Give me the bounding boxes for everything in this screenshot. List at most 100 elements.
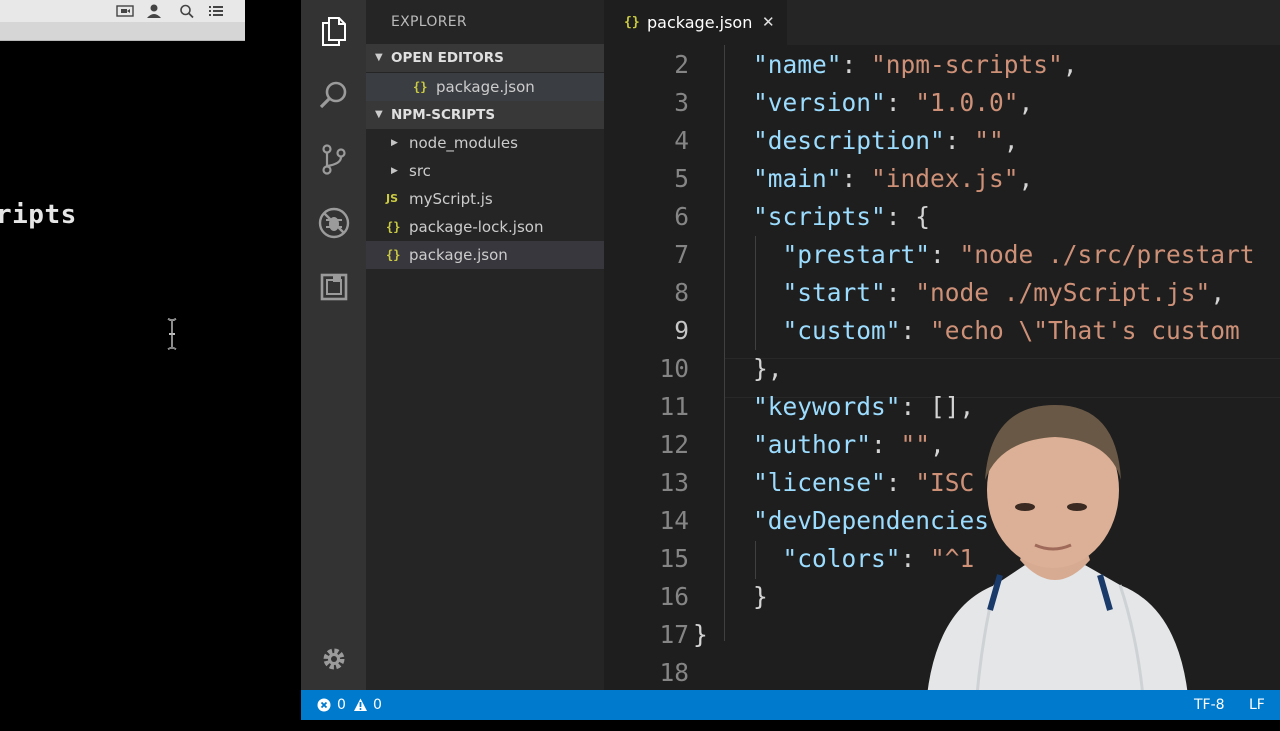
tab-package-json[interactable]: {} package.json ✕ bbox=[604, 0, 787, 45]
line-number: 11 bbox=[659, 392, 689, 421]
open-editor-label: package.json bbox=[436, 78, 535, 96]
json-string: "" bbox=[974, 126, 1004, 155]
line-code: "custom": "echo \"That's custom bbox=[753, 312, 1255, 350]
tree-item-src[interactable]: ▶ src bbox=[366, 157, 604, 185]
encoding-indicator[interactable]: TF-8 bbox=[1194, 690, 1225, 720]
chevron-down-icon: ▼ bbox=[375, 52, 383, 63]
user-icon[interactable] bbox=[145, 3, 163, 19]
line-number: 8 bbox=[674, 278, 689, 307]
code-line[interactable]: 7 "prestart": "node ./src/prestart bbox=[604, 236, 1280, 274]
line-number: 3 bbox=[674, 88, 689, 117]
json-file-icon: {} bbox=[624, 15, 640, 30]
json-punctuation: , bbox=[1062, 50, 1078, 79]
eol-indicator[interactable]: LF bbox=[1249, 690, 1265, 720]
json-string: "node ./myScript.js" bbox=[915, 278, 1211, 307]
json-key: "version" bbox=[753, 88, 886, 117]
line-number: 2 bbox=[674, 50, 689, 79]
line-number: 16 bbox=[659, 582, 689, 611]
tab-label: package.json bbox=[647, 13, 753, 32]
tree-item-label: myScript.js bbox=[409, 190, 493, 208]
json-key: "colors" bbox=[782, 544, 901, 573]
json-key: "author" bbox=[753, 430, 872, 459]
line-number: 12 bbox=[659, 430, 689, 459]
line-number: 5 bbox=[674, 164, 689, 193]
explorer-title: EXPLORER bbox=[391, 14, 467, 30]
warning-count[interactable]: 0 bbox=[373, 690, 382, 720]
line-number: 15 bbox=[659, 544, 689, 573]
json-file-icon: {} bbox=[386, 248, 401, 262]
gear-icon[interactable] bbox=[317, 642, 351, 676]
json-punctuation: : bbox=[885, 88, 916, 117]
json-string: "echo \"That's custom bbox=[930, 316, 1255, 345]
code-line[interactable]: 6 "scripts": { bbox=[604, 198, 1280, 236]
terminal-output: ripts bbox=[0, 200, 77, 230]
error-icon[interactable] bbox=[317, 690, 331, 731]
tree-item-package-json[interactable]: {} package.json bbox=[366, 241, 604, 269]
extensions-icon[interactable] bbox=[317, 270, 351, 304]
code-line[interactable]: 4 "description": "", bbox=[604, 122, 1280, 160]
json-punctuation: , bbox=[1210, 278, 1226, 307]
code-line[interactable]: 3 "version": "1.0.0", bbox=[604, 84, 1280, 122]
json-punctuation: } bbox=[753, 582, 768, 611]
json-string: "index.js" bbox=[871, 164, 1019, 193]
json-punctuation: }, bbox=[753, 354, 783, 383]
json-punctuation: , bbox=[1018, 164, 1034, 193]
tree-item-label: src bbox=[409, 162, 431, 180]
code-line[interactable]: 10}, bbox=[604, 350, 1280, 388]
line-code: "main": "index.js", bbox=[753, 160, 1033, 198]
json-string: "node ./src/prestart bbox=[959, 240, 1255, 269]
json-key: "prestart" bbox=[782, 240, 931, 269]
json-punctuation: : bbox=[885, 278, 916, 307]
terminal-window[interactable]: ripts bbox=[0, 0, 301, 720]
line-number: 18 bbox=[659, 658, 689, 687]
line-number: 13 bbox=[659, 468, 689, 497]
json-key: "license" bbox=[753, 468, 886, 497]
json-key: "scripts" bbox=[753, 202, 886, 231]
activity-bar bbox=[301, 0, 366, 690]
line-code: "description": "", bbox=[753, 122, 1019, 160]
code-line[interactable]: 2 "name": "npm-scripts", bbox=[604, 46, 1280, 84]
json-punctuation: : bbox=[900, 316, 931, 345]
close-icon[interactable]: ✕ bbox=[762, 0, 775, 45]
tree-item-node-modules[interactable]: ▶ node_modules bbox=[366, 129, 604, 157]
code-line[interactable]: 8 "start": "node ./myScript.js", bbox=[604, 274, 1280, 312]
line-number: 6 bbox=[674, 202, 689, 231]
screen-record-icon[interactable] bbox=[116, 3, 134, 19]
json-punctuation: , bbox=[1018, 88, 1034, 117]
line-code: "start": "node ./myScript.js", bbox=[753, 274, 1226, 312]
tree-item-myscript[interactable]: JS myScript.js bbox=[366, 185, 604, 213]
json-punctuation: : bbox=[841, 50, 872, 79]
search-icon[interactable] bbox=[178, 3, 196, 19]
list-icon[interactable] bbox=[207, 3, 225, 19]
json-file-icon: {} bbox=[413, 80, 428, 94]
code-line[interactable]: 5 "main": "index.js", bbox=[604, 160, 1280, 198]
project-header[interactable]: ▼ NPM-SCRIPTS bbox=[366, 101, 604, 129]
json-punctuation bbox=[753, 278, 783, 307]
status-bar: 0 0 TF-8 LF bbox=[301, 690, 1280, 720]
warning-icon[interactable] bbox=[353, 690, 368, 731]
debug-icon[interactable] bbox=[317, 206, 351, 240]
tab-bar: {} package.json ✕ bbox=[604, 0, 1280, 45]
tree-item-package-lock[interactable]: {} package-lock.json bbox=[366, 213, 604, 241]
line-code: "prestart": "node ./src/prestart bbox=[753, 236, 1255, 274]
error-count[interactable]: 0 bbox=[337, 690, 346, 720]
json-punctuation: } bbox=[693, 620, 708, 649]
source-control-icon[interactable] bbox=[317, 142, 351, 176]
json-key: "keywords" bbox=[753, 392, 901, 421]
open-editors-header[interactable]: ▼ OPEN EDITORS bbox=[366, 44, 604, 72]
json-key: "name" bbox=[753, 50, 842, 79]
text-cursor-icon bbox=[167, 318, 177, 350]
json-string: "npm-scripts" bbox=[871, 50, 1063, 79]
search-icon[interactable] bbox=[317, 78, 351, 112]
explorer-sidebar: EXPLORER ▼ OPEN EDITORS {} package.json … bbox=[366, 0, 604, 690]
chevron-down-icon: ▼ bbox=[375, 109, 383, 120]
open-editor-item[interactable]: {} package.json bbox=[366, 73, 604, 101]
json-string: "1.0.0" bbox=[915, 88, 1019, 117]
json-punctuation: : bbox=[841, 164, 872, 193]
files-icon[interactable] bbox=[317, 14, 351, 48]
tree-item-label: package.json bbox=[409, 246, 508, 264]
tree-item-label: package-lock.json bbox=[409, 218, 544, 236]
chevron-right-icon: ▶ bbox=[391, 166, 398, 176]
code-line[interactable]: 9 "custom": "echo \"That's custom bbox=[604, 312, 1280, 350]
json-key: "description" bbox=[753, 126, 945, 155]
